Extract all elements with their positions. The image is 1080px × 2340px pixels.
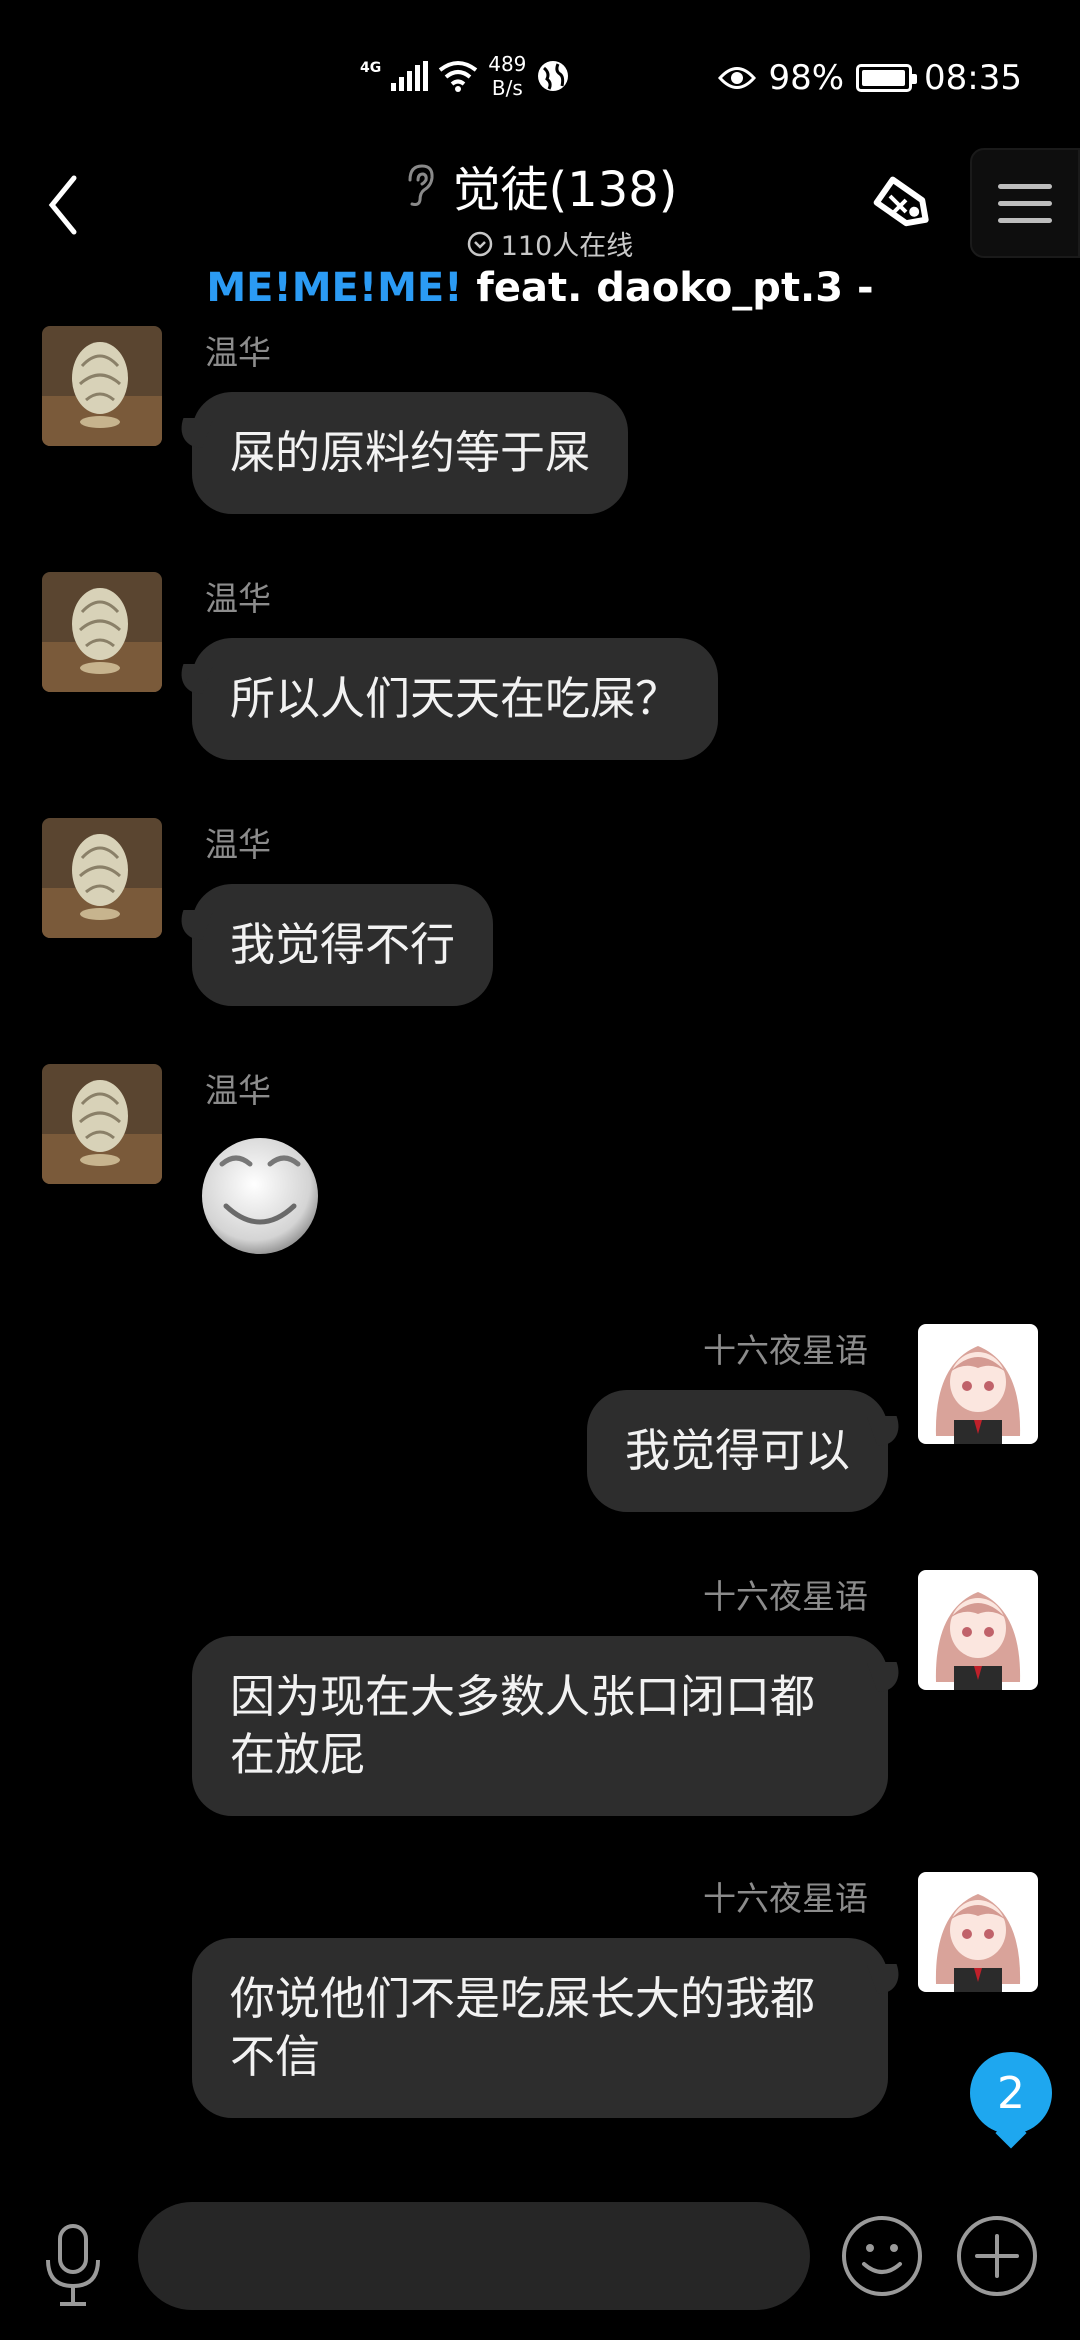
unread-badge[interactable]: 2 xyxy=(970,2052,1052,2134)
sender-name: 十六夜星语 xyxy=(703,1879,868,1918)
microphone-icon[interactable] xyxy=(38,2220,108,2310)
menu-icon[interactable] xyxy=(970,148,1080,258)
speed-value: 489 xyxy=(488,52,527,76)
sender-name: 十六夜星语 xyxy=(703,1577,868,1616)
avatar[interactable] xyxy=(42,326,162,446)
chat-header: 觉徒(138) 110人在线 ME!ME!ME! feat. daoko_pt.… xyxy=(0,140,1080,311)
battery-icon xyxy=(856,64,918,92)
vpn-globe-icon xyxy=(538,61,569,91)
network-type: 4G xyxy=(360,60,382,76)
group-name: 觉徒(138) xyxy=(452,162,678,218)
signal-icon xyxy=(391,61,429,91)
clock: 08:35 xyxy=(924,58,1022,98)
battery-percent: 98% xyxy=(768,58,845,98)
smile-face-icon[interactable] xyxy=(196,1130,324,1258)
snail-avatar-icon xyxy=(42,326,162,446)
sender-name: 温华 xyxy=(205,333,271,372)
music-title-highlight: ME!ME!ME! xyxy=(206,265,463,311)
anime-girl-avatar-icon xyxy=(918,1324,1038,1444)
avatar[interactable] xyxy=(42,818,162,938)
tag-icon[interactable] xyxy=(866,166,946,246)
snail-avatar-icon xyxy=(42,1064,162,1184)
avatar[interactable] xyxy=(918,1324,1038,1444)
status-left: 4G 489 B/s xyxy=(360,52,570,100)
sender-name: 温华 xyxy=(205,579,271,618)
message-bubble[interactable]: 屎的原料约等于屎 xyxy=(192,392,629,514)
message-bubble[interactable]: 我觉得可以 xyxy=(586,1390,888,1512)
message-bubble[interactable]: 你说他们不是吃屎长大的我都不信 xyxy=(192,1938,888,2118)
message-bubble[interactable]: 我觉得不行 xyxy=(192,884,494,1006)
eye-icon xyxy=(718,67,757,89)
message-bubble[interactable]: 因为现在大多数人张口闭口都在放屁 xyxy=(192,1636,888,1816)
now-playing[interactable]: ME!ME!ME! feat. daoko_pt.3 - xyxy=(0,265,1080,311)
chevron-circle-icon xyxy=(467,231,492,256)
online-text: 110人在线 xyxy=(500,231,634,262)
ear-icon xyxy=(408,164,435,206)
plus-icon[interactable] xyxy=(955,2214,1039,2298)
input-bar xyxy=(0,2190,1080,2340)
avatar[interactable] xyxy=(918,1570,1038,1690)
sender-name: 温华 xyxy=(205,825,271,864)
status-bar: 4G 489 B/s 98% 08:35 xyxy=(0,0,1080,120)
speed-unit: B/s xyxy=(491,76,523,100)
emoji-icon[interactable] xyxy=(840,2214,924,2298)
sender-name: 十六夜星语 xyxy=(703,1331,868,1370)
avatar[interactable] xyxy=(42,572,162,692)
message-input[interactable] xyxy=(138,2202,810,2310)
status-right: 98% 08:35 xyxy=(718,58,1022,98)
anime-girl-avatar-icon xyxy=(918,1872,1038,1992)
group-title[interactable]: 觉徒(138) xyxy=(402,150,678,220)
anime-girl-avatar-icon xyxy=(918,1570,1038,1690)
message-bubble[interactable]: 所以人们天天在吃屎？ xyxy=(192,638,719,760)
snail-avatar-icon xyxy=(42,572,162,692)
sender-name: 温华 xyxy=(205,1071,271,1110)
music-title-rest: feat. daoko_pt.3 - xyxy=(462,265,874,311)
avatar[interactable] xyxy=(918,1872,1038,1992)
avatar[interactable] xyxy=(42,1064,162,1184)
wifi-icon xyxy=(439,61,478,92)
network-speed: 489 B/s xyxy=(488,52,526,100)
snail-avatar-icon xyxy=(42,818,162,938)
